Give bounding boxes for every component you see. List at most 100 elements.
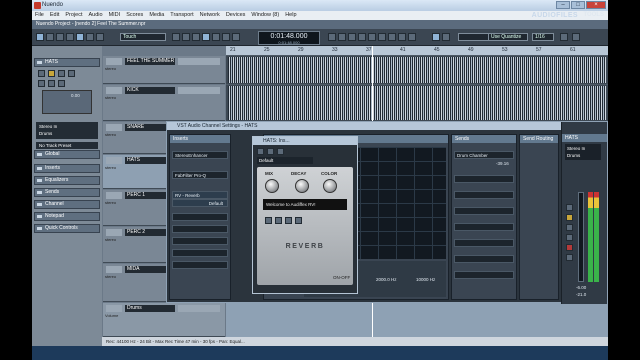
section-notepad[interactable]: Notepad — [34, 212, 100, 221]
minimize-button[interactable]: – — [556, 1, 570, 9]
erase-tool[interactable] — [368, 33, 376, 41]
channel-monitor-button[interactable] — [566, 254, 573, 261]
section-inserts[interactable]: Inserts — [34, 164, 100, 173]
forward-button[interactable] — [192, 33, 200, 41]
insert-slot-6[interactable] — [172, 237, 228, 245]
workspace-button[interactable] — [572, 33, 580, 41]
record-enable-button[interactable] — [38, 80, 45, 87]
plugin-option-button[interactable] — [285, 217, 292, 224]
audio-event[interactable] — [228, 57, 606, 83]
snap-button[interactable] — [432, 33, 440, 41]
quantize-mode-select[interactable]: Use Quantize — [488, 33, 528, 41]
section-equalizers[interactable]: Equalizers — [34, 176, 100, 185]
channel-output[interactable]: Drums — [567, 152, 599, 159]
folder-track-row[interactable]: Drums Volume — [103, 303, 225, 337]
output-routing[interactable]: Drums — [39, 130, 95, 137]
track-lane[interactable] — [226, 56, 608, 84]
mute-tool[interactable] — [388, 33, 396, 41]
constrain-delay-button[interactable] — [46, 33, 54, 41]
track-controls[interactable] — [178, 58, 220, 65]
menu-midi[interactable]: MIDI — [109, 11, 121, 20]
send-slot-7[interactable] — [454, 255, 514, 263]
send-slot-2[interactable] — [454, 175, 514, 183]
edit-channel-button[interactable] — [58, 80, 65, 87]
channel-mute-button[interactable] — [566, 204, 573, 211]
plugin-write-button[interactable] — [277, 148, 284, 155]
send-level[interactable]: -39.16 — [496, 161, 509, 166]
channel-name[interactable]: HATS — [562, 134, 607, 142]
track-buttons[interactable] — [106, 124, 122, 131]
track-buttons[interactable] — [106, 192, 122, 199]
insert-slot-7[interactable] — [172, 249, 228, 257]
track-name[interactable]: KICK — [125, 87, 175, 94]
channel-record-button[interactable] — [566, 244, 573, 251]
color-knob[interactable] — [323, 179, 337, 193]
plugin-option-button[interactable] — [275, 217, 282, 224]
track-preset-field[interactable]: No Track Preset — [36, 142, 98, 149]
color-tool[interactable] — [560, 33, 568, 41]
plugin-bypass-button[interactable] — [257, 148, 264, 155]
send-slot-3[interactable] — [454, 191, 514, 199]
insert-slot-2[interactable]: FabFilter Pro-Q — [172, 171, 228, 179]
track-row[interactable]: KICK stereo — [103, 85, 225, 121]
insert-slot-1[interactable]: StereoEnhancer — [172, 151, 228, 159]
read-automation-button[interactable] — [58, 70, 65, 77]
track-controls[interactable] — [178, 305, 220, 312]
split-tool[interactable] — [348, 33, 356, 41]
track-name[interactable]: Drums — [125, 305, 175, 312]
stop-button[interactable] — [212, 33, 220, 41]
decay-knob[interactable] — [295, 179, 309, 193]
glue-tool[interactable] — [358, 33, 366, 41]
send-slot-8[interactable] — [454, 271, 514, 279]
play-button[interactable] — [222, 33, 230, 41]
menu-network[interactable]: Network — [200, 11, 220, 20]
menu-help[interactable]: Help — [285, 11, 296, 20]
plugin-option-button[interactable] — [265, 217, 272, 224]
channel-write-button[interactable] — [566, 234, 573, 241]
insert-slot-8[interactable] — [172, 261, 228, 269]
close-button[interactable]: × — [586, 1, 606, 9]
insert-slot-4[interactable] — [172, 213, 228, 221]
track-buttons[interactable] — [106, 87, 122, 94]
insert-slot-3[interactable]: RV - Reverb — [172, 191, 228, 199]
monitor-button[interactable] — [48, 80, 55, 87]
inspector-volume-pan[interactable]: 0.00 — [42, 90, 92, 114]
automation-mode-select[interactable]: Touch — [120, 33, 166, 41]
channel-solo-button[interactable] — [566, 214, 573, 221]
snap-type-button[interactable] — [442, 33, 450, 41]
menu-transport[interactable]: Transport — [170, 11, 193, 20]
inspector-routing[interactable]: Stereo In Drums — [36, 122, 98, 139]
mix-knob[interactable] — [265, 179, 279, 193]
eq-band-frequency[interactable]: 10000 Hz — [416, 277, 435, 282]
cycle-button[interactable] — [202, 33, 210, 41]
track-buttons[interactable] — [106, 157, 122, 164]
plugin-read-button[interactable] — [267, 148, 274, 155]
fader-value[interactable]: -6.00 — [576, 285, 586, 290]
menu-file[interactable]: File — [35, 11, 44, 20]
section-global[interactable]: Global — [34, 150, 100, 159]
eq-band-frequency[interactable]: 2000.0 Hz — [376, 277, 397, 282]
channel-routing[interactable]: Stereo In Drums — [565, 144, 601, 160]
range-select-tool[interactable] — [338, 33, 346, 41]
show-info-button[interactable] — [66, 33, 74, 41]
activate-project-button[interactable] — [36, 33, 44, 41]
insert-slot-5[interactable] — [172, 225, 228, 233]
section-sends[interactable]: Sends — [34, 188, 100, 197]
object-select-tool[interactable] — [328, 33, 336, 41]
channel-input[interactable]: Stereo In — [567, 145, 599, 152]
track-buttons[interactable] — [106, 229, 122, 236]
insert-preset[interactable]: Default — [172, 199, 228, 207]
track-name[interactable]: FEEL THE SUMMER — [125, 58, 175, 65]
track-controls[interactable] — [178, 87, 220, 94]
menu-project[interactable]: Project — [65, 11, 82, 20]
go-to-start-button[interactable] — [172, 33, 180, 41]
section-quick-controls[interactable]: Quick Controls — [34, 224, 100, 233]
track-lane[interactable] — [226, 85, 608, 121]
track-buttons[interactable] — [106, 305, 122, 312]
show-inspector-button[interactable] — [56, 33, 64, 41]
menu-media[interactable]: Media — [149, 11, 164, 20]
section-channel[interactable]: Channel — [34, 200, 100, 209]
menu-scores[interactable]: Scores — [126, 11, 143, 20]
channel-read-button[interactable] — [566, 224, 573, 231]
play-tool[interactable] — [408, 33, 416, 41]
